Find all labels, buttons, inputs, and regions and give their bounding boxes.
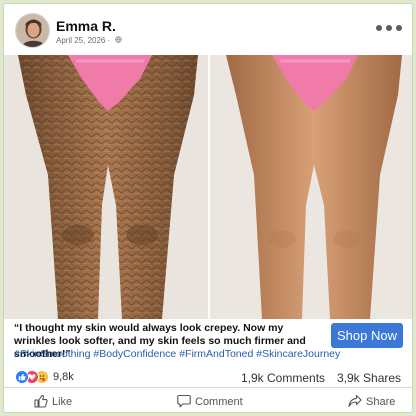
comment-label: Comment bbox=[195, 396, 243, 408]
share-arrow-icon bbox=[348, 394, 366, 411]
like-button[interactable]: Like bbox=[34, 392, 72, 412]
reaction-count: 9,8k bbox=[53, 371, 74, 383]
post-header: Emma R. April 25, 2026 · bbox=[4, 4, 412, 56]
reactions-summary[interactable]: 9,8k bbox=[15, 370, 74, 384]
after-image bbox=[210, 55, 412, 319]
comment-bubble-icon bbox=[177, 394, 195, 411]
post-actions: Like Comment Share bbox=[4, 390, 412, 412]
like-label: Like bbox=[52, 396, 73, 408]
comment-button[interactable]: Comment bbox=[177, 392, 243, 412]
post-card: Emma R. April 25, 2026 · “I thought my s… bbox=[3, 3, 413, 413]
dot-icon bbox=[376, 25, 382, 31]
shop-now-button[interactable]: Shop Now bbox=[331, 323, 403, 348]
share-button[interactable]: Share bbox=[348, 392, 395, 412]
avatar[interactable] bbox=[15, 13, 50, 48]
comment-count[interactable]: 1,9k Comments bbox=[241, 371, 325, 385]
more-options-button[interactable] bbox=[376, 20, 402, 36]
share-label: Share bbox=[366, 396, 396, 408]
post-date-text: April 25, 2026 · bbox=[56, 36, 111, 45]
post-hashtags[interactable]: #SkinSmoothing #BodyConfidence #FirmAndT… bbox=[14, 348, 404, 361]
globe-icon bbox=[114, 36, 122, 45]
like-icon bbox=[15, 370, 29, 384]
post-date: April 25, 2026 · bbox=[56, 36, 122, 45]
dot-icon bbox=[396, 25, 402, 31]
dot-icon bbox=[386, 25, 392, 31]
share-count[interactable]: 3,9k Shares bbox=[337, 371, 401, 385]
before-after-photo[interactable] bbox=[4, 55, 412, 319]
thumbs-up-icon bbox=[34, 394, 52, 411]
author-name[interactable]: Emma R. bbox=[56, 18, 116, 34]
engagement-stats: 9,8k 1,9k Comments 3,9k Shares bbox=[4, 366, 412, 388]
before-image bbox=[4, 55, 208, 319]
